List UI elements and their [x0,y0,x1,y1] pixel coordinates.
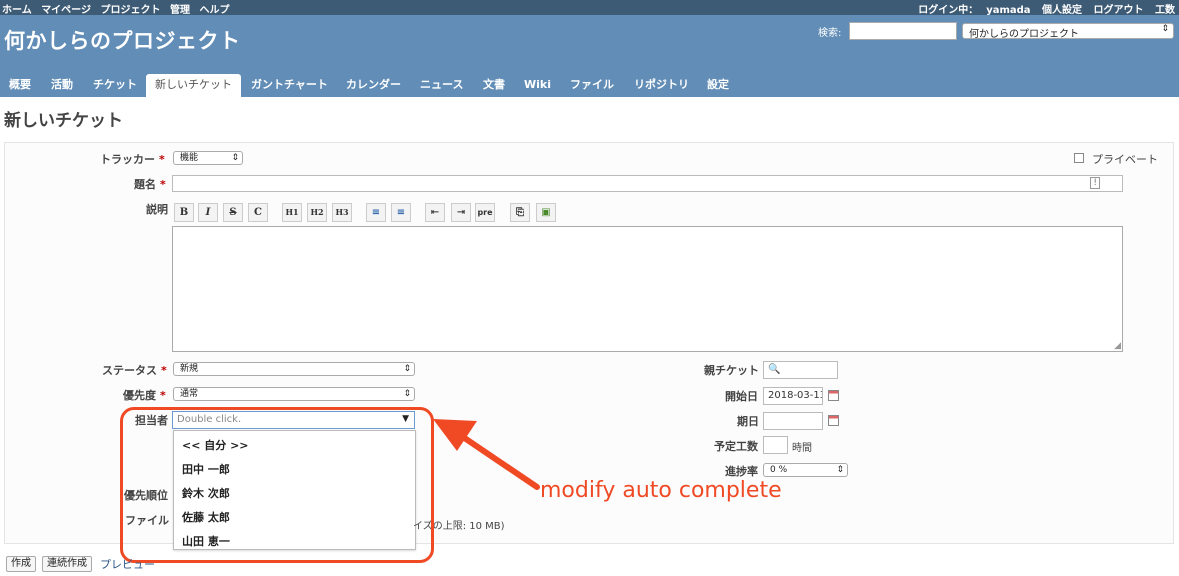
create-button[interactable]: 作成 [6,556,36,572]
done-ratio-select[interactable]: 0 % ⇕ [763,463,848,477]
status-label: ステータス * [102,362,167,378]
select-arrows-icon: ⇕ [403,389,411,399]
h1-button[interactable]: H1 [282,203,302,222]
annotation-highlight [120,407,434,563]
required-mark: * [159,153,165,166]
estimated-hours-input[interactable] [763,436,788,454]
tracker-label: トラッカー * [100,151,165,167]
ordered-list-button[interactable]: ≡ [391,203,411,222]
resize-handle-icon[interactable]: ◢ [1114,341,1121,351]
project-title: 何かしらのプロジェクト [4,29,241,53]
page-title: 新しいチケット [4,111,123,131]
tab-settings[interactable]: 設定 [707,74,729,97]
due-date-input[interactable] [763,412,823,430]
due-date-label: 期日 [737,415,759,428]
tab-overview[interactable]: 概要 [9,74,31,97]
top-menu-right: ログイン中： yamada 個人設定 ログアウト 工数 [902,1,1175,16]
subject-label-text: 題名 [134,178,156,191]
parent-issue-input[interactable]: 🔍 [763,361,838,379]
required-mark: * [160,389,166,402]
select-arrows-icon: ⇕ [231,153,239,163]
hours-unit-label: 時間 [792,443,812,454]
select-arrows-icon: ⇕ [836,465,844,475]
password-manager-icon[interactable]: ! [1090,177,1100,189]
h3-button[interactable]: H3 [332,203,352,222]
annotation-text: modify auto complete [540,478,782,503]
header: 何かしらのプロジェクト 検索: 何かしらのプロジェクト ⇕ 概要 活動 チケット… [0,15,1179,97]
required-mark: * [160,178,166,191]
project-jump-select[interactable]: 何かしらのプロジェクト ⇕ [962,23,1174,40]
private-label: プライベート [1092,153,1158,166]
tab-documents[interactable]: 文書 [483,74,505,97]
priority-label: 優先度 * [123,387,166,403]
tab-wiki[interactable]: Wiki [524,74,551,97]
strike-button[interactable]: S [223,203,243,222]
indent-button[interactable]: ⇥ [451,203,471,222]
estimated-hours-label: 予定工数 [714,440,758,453]
required-mark: * [161,364,167,377]
status-value: 新規 [180,364,199,374]
calendar-icon[interactable] [828,390,839,401]
project-jump-value: 何かしらのプロジェクト [969,29,1079,40]
parent-issue-label: 親チケット [704,364,759,377]
subject-input[interactable]: ! [172,175,1123,192]
create-continue-button[interactable]: 連続作成 [42,556,92,572]
status-select[interactable]: 新規 ⇕ [173,362,415,376]
status-label-text: ステータス [102,364,157,377]
unordered-list-button[interactable]: ≡ [366,203,386,222]
priority-value: 通常 [180,389,199,399]
italic-button[interactable]: I [198,203,218,222]
calendar-icon[interactable] [828,415,839,426]
outdent-button[interactable]: ⇤ [425,203,445,222]
done-ratio-value: 0 % [770,465,788,475]
done-ratio-label: 進捗率 [725,465,758,478]
select-arrows-icon: ⇕ [1161,24,1169,34]
tracker-value: 機能 [180,153,199,163]
description-textarea[interactable]: ◢ [172,226,1123,352]
annotation-arrow-icon [433,419,540,490]
main-tabs: 概要 活動 チケット 新しいチケット ガントチャート カレンダー ニュース 文書… [0,74,1179,97]
private-checkbox[interactable] [1074,153,1084,163]
top-menu-left: ホーム マイページ プロジェクト 管理 ヘルプ [2,1,235,16]
pre-button[interactable]: pre [475,203,495,222]
preview-link[interactable]: プレビュー [100,556,155,572]
tab-repository[interactable]: リポジトリ [634,74,689,97]
link-page-button[interactable]: ⎘ [510,203,530,222]
start-date-input[interactable]: 2018-03-13 [763,387,823,405]
start-date-label: 開始日 [725,390,758,403]
subject-label: 題名 * [134,176,166,192]
tab-activity[interactable]: 活動 [51,74,73,97]
select-arrows-icon: ⇕ [403,364,411,374]
image-button[interactable]: ▣ [536,203,556,222]
tab-files[interactable]: ファイル [570,74,614,97]
description-label: 説明 [146,203,168,216]
tab-calendar[interactable]: カレンダー [346,74,401,97]
h2-button[interactable]: H2 [307,203,327,222]
bold-button[interactable]: B [174,203,194,222]
top-menu: ホーム マイページ プロジェクト 管理 ヘルプ ログイン中： yamada 個人設… [0,0,1179,16]
tab-gantt[interactable]: ガントチャート [251,74,328,97]
tracker-label-text: トラッカー [100,153,155,166]
search-icon: 🔍 [768,364,781,375]
search-label: 検索: [818,28,842,39]
tab-news[interactable]: ニュース [420,74,463,97]
tab-new-issue[interactable]: 新しいチケット [146,74,241,97]
priority-label-text: 優先度 [123,389,156,402]
search-input[interactable] [849,22,957,40]
tracker-select[interactable]: 機能 ⇕ [173,151,243,165]
tab-issues[interactable]: チケット [93,74,137,97]
code-button[interactable]: C [248,203,268,222]
priority-select[interactable]: 通常 ⇕ [173,387,415,401]
